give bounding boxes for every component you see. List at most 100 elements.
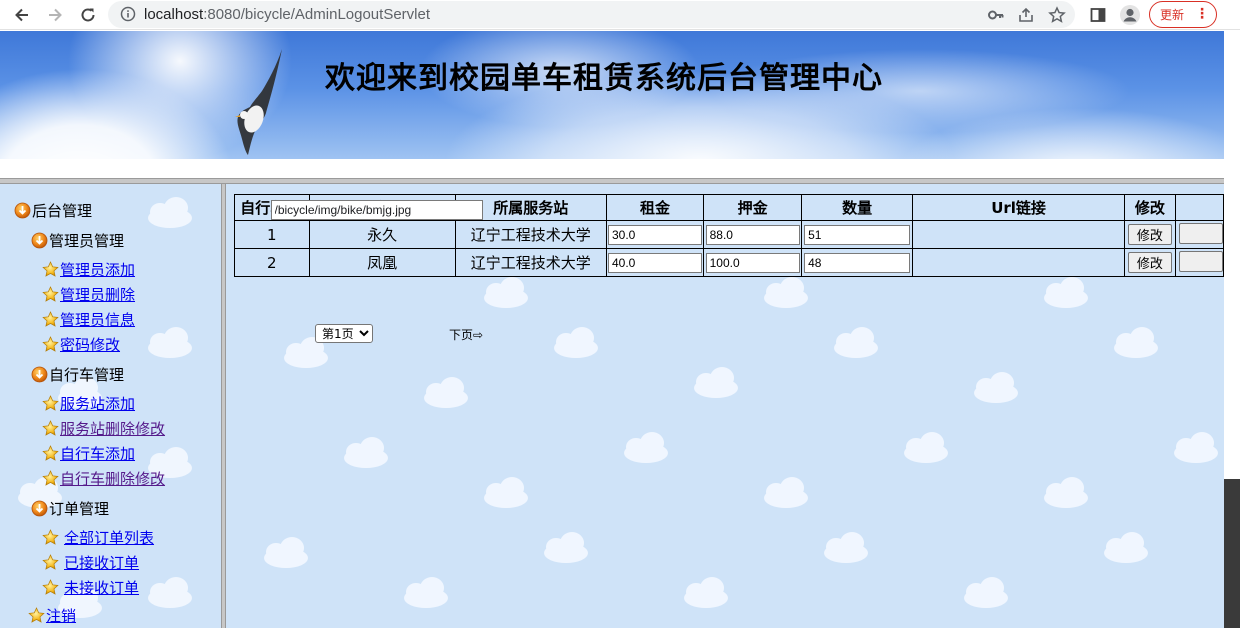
address-bar[interactable]: localhost:8080/bicycle/AdminLogoutServle…: [108, 1, 1075, 28]
sidebar-item-bicycle-edit[interactable]: 自行车删除修改: [42, 468, 165, 489]
sidebar-link[interactable]: 自行车添加: [60, 443, 135, 464]
tree-root-admin[interactable]: 后台管理: [14, 200, 92, 221]
tree-group-label: 订单管理: [49, 500, 110, 518]
right-edge: [1224, 31, 1240, 628]
tree-group-admin-management[interactable]: 管理员管理: [31, 230, 124, 251]
cell-name: 永久: [308, 220, 456, 249]
cell-deposit: [703, 220, 802, 249]
sidebar-item-password-change[interactable]: 密码修改: [42, 334, 120, 355]
sidebar-link[interactable]: 全部订单列表: [64, 527, 154, 548]
url-text: localhost:8080/bicycle/AdminLogoutServle…: [144, 6, 431, 23]
cell-edit: 修改: [1123, 248, 1176, 277]
star-icon: [42, 445, 59, 462]
sidebar-link[interactable]: 密码修改: [60, 334, 120, 355]
sidebar-link[interactable]: 管理员添加: [60, 259, 135, 280]
cell-edit: 修改: [1123, 220, 1176, 249]
update-label: 更新: [1160, 8, 1185, 22]
edit-button[interactable]: 修改: [1127, 224, 1172, 245]
sidebar-nav: 后台管理 管理员管理 管理员添加 管理员删除 管理员信息 密码修改 自行车管理 …: [0, 184, 221, 628]
column-header: 租金: [605, 194, 705, 221]
more-menu-icon[interactable]: ⋮: [1195, 6, 1209, 22]
sidebar-link[interactable]: 已接收订单: [64, 552, 139, 573]
expand-arrow-icon: [31, 366, 48, 383]
next-page-link[interactable]: 下页⇨: [449, 326, 483, 343]
sidebar-item-station-edit[interactable]: 服务站删除修改: [42, 418, 165, 439]
seagull-image: [235, 49, 282, 155]
logout-link[interactable]: 注销: [46, 605, 76, 626]
header-banner: 欢迎来到校园单车租赁系统后台管理中心: [0, 31, 1224, 159]
deposit-input[interactable]: [705, 224, 800, 245]
sidebar-item-admin-delete[interactable]: 管理员删除: [42, 284, 135, 305]
sidebar-link[interactable]: 管理员信息: [60, 309, 135, 330]
side-panel-icon[interactable]: [1087, 4, 1109, 26]
url-input[interactable]: [270, 199, 483, 220]
cell-rent: [605, 248, 705, 277]
browser-toolbar: localhost:8080/bicycle/AdminLogoutServle…: [0, 0, 1240, 30]
column-header: Url链接: [912, 194, 1125, 221]
rent-input[interactable]: [608, 252, 702, 273]
cell-name: 凤凰: [308, 248, 456, 277]
quantity-input[interactable]: [804, 252, 911, 273]
update-button[interactable]: 更新 ⋮: [1149, 1, 1217, 28]
sidebar-link[interactable]: 自行车删除修改: [60, 468, 165, 489]
page-title: 欢迎来到校园单车租赁系统后台管理中心: [325, 61, 883, 96]
sidebar-item-admin-info[interactable]: 管理员信息: [42, 309, 135, 330]
sidebar-link[interactable]: 管理员删除: [60, 284, 135, 305]
sidebar-item-accepted-orders[interactable]: 已接收订单: [42, 552, 139, 573]
expand-arrow-icon: [31, 500, 48, 517]
share-icon[interactable]: [1016, 5, 1036, 25]
site-info-icon[interactable]: [120, 6, 136, 22]
sidebar-link[interactable]: 未接收订单: [64, 577, 139, 598]
page-select[interactable]: 第1页: [315, 324, 373, 343]
star-icon: [42, 336, 59, 353]
sidebar-link[interactable]: 服务站删除修改: [60, 418, 165, 439]
expand-arrow-icon: [14, 202, 31, 219]
sidebar-item-logout[interactable]: 注销: [28, 605, 76, 626]
bicycle-table: 自行车ID 自行车名称 所属服务站 租金 押金 数量 Url链接 修改 1 永久…: [234, 194, 1224, 277]
rent-input[interactable]: [608, 224, 702, 245]
star-icon: [42, 554, 59, 571]
cell-url: [270, 199, 1125, 249]
cell-cut: [1174, 220, 1224, 249]
table-row: 2 凤凰 辽宁工程技术大学 修改: [234, 199, 1224, 277]
star-icon: [42, 286, 59, 303]
sidebar-item-admin-add[interactable]: 管理员添加: [42, 259, 135, 280]
tree-group-order-management[interactable]: 订单管理: [31, 498, 109, 519]
back-icon[interactable]: [10, 3, 34, 27]
delete-button[interactable]: [1178, 222, 1223, 244]
star-icon: [42, 420, 59, 437]
reload-icon[interactable]: [76, 3, 100, 27]
sidebar-item-pending-orders[interactable]: 未接收订单: [42, 577, 139, 598]
sidebar-item-all-orders[interactable]: 全部订单列表: [42, 527, 154, 548]
cell-deposit: [703, 248, 802, 277]
tree-root-label: 后台管理: [32, 202, 93, 220]
delete-button[interactable]: [1178, 250, 1223, 272]
column-header: 数量: [800, 194, 914, 221]
sidebar-item-station-add[interactable]: 服务站添加: [42, 393, 135, 414]
cell-url: [270, 199, 1125, 277]
star-icon: [42, 529, 59, 546]
cell-rent: [605, 220, 705, 249]
cell-cut: [1174, 248, 1224, 277]
table-row: 1 永久 辽宁工程技术大学 修改: [234, 199, 1224, 249]
cell-id: 2: [234, 248, 310, 277]
column-header: 修改: [1123, 194, 1176, 221]
cell-qty: [800, 248, 914, 277]
sidebar-link[interactable]: 服务站添加: [60, 393, 135, 414]
tree-group-bicycle-management[interactable]: 自行车管理: [31, 364, 124, 385]
tree-group-label: 自行车管理: [49, 366, 125, 384]
cell-qty: [800, 220, 914, 249]
sidebar-item-bicycle-add[interactable]: 自行车添加: [42, 443, 135, 464]
star-icon: [42, 470, 59, 487]
bookmark-star-icon[interactable]: [1047, 5, 1067, 25]
expand-arrow-icon: [31, 232, 48, 249]
star-icon: [42, 579, 59, 596]
star-icon: [42, 311, 59, 328]
forward-icon[interactable]: [43, 3, 67, 27]
cell-station: 辽宁工程技术大学: [454, 248, 607, 277]
profile-avatar-icon[interactable]: [1119, 4, 1141, 26]
quantity-input[interactable]: [804, 224, 911, 245]
edit-button[interactable]: 修改: [1127, 252, 1172, 273]
deposit-input[interactable]: [705, 252, 800, 273]
key-icon[interactable]: [986, 5, 1006, 25]
